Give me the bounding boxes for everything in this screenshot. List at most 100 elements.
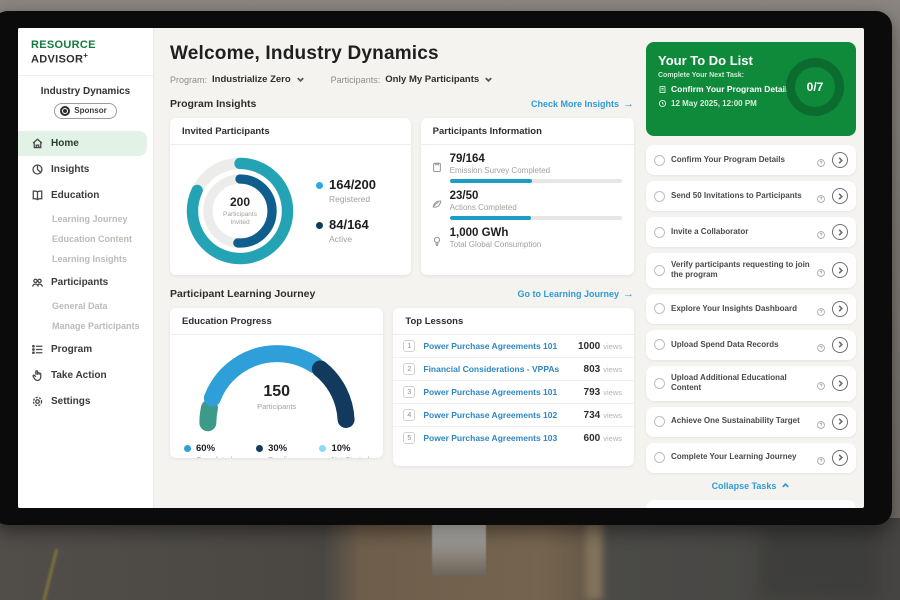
sidebar-item-education-content[interactable]: Education Content [18,229,153,249]
monitor-bezel: RESOURCE ADVISOR+ Industry Dynamics Spon… [0,11,892,525]
lesson-link[interactable]: Power Purchase Agreements 102 [423,410,583,420]
recent-news-card: Recent News [646,500,856,508]
help-icon[interactable] [816,417,826,427]
stat-emission-survey: 79/164 Emission Survey Completed [431,153,622,183]
lesson-row: 1 Power Purchase Agreements 101 1000 vie… [393,335,634,358]
help-icon[interactable] [816,227,826,237]
help-icon[interactable] [816,191,826,201]
chevron-right-icon [836,417,845,426]
lesson-link[interactable]: Power Purchase Agreements 103 [423,433,583,443]
help-icon[interactable] [816,304,826,314]
sidebar-item-general-data[interactable]: General Data [18,296,153,316]
task-checkbox[interactable] [654,378,665,389]
participants-filter[interactable]: Participants: Only My Participants [331,74,494,85]
chevron-down-icon [484,75,493,84]
task-row[interactable]: Achieve One Sustainability Target [646,407,856,437]
clipboard-icon [431,161,443,173]
task-checkbox[interactable] [654,339,665,350]
filter-bar: Program: Industrialize Zero Participants… [170,74,634,85]
sidebar-item-participants[interactable]: Participants [18,270,147,295]
task-open-button[interactable] [832,414,848,430]
leaf-icon [431,198,443,210]
pie-chart-icon [31,163,44,176]
photo-scene: RESOURCE ADVISOR+ Industry Dynamics Spon… [0,0,900,600]
task-checkbox[interactable] [654,227,665,238]
learning-journey-header: Participant Learning Journey Go to Learn… [170,288,634,300]
chevron-up-icon [781,481,790,490]
sidebar-item-settings[interactable]: Settings [18,389,147,414]
chevron-right-icon [836,340,845,349]
sidebar-item-home[interactable]: Home [18,131,147,156]
task-row[interactable]: Complete Your Learning Journey [646,443,856,473]
dashboard-screen: RESOURCE ADVISOR+ Industry Dynamics Spon… [18,28,864,508]
program-filter[interactable]: Program: Industrialize Zero [170,74,305,85]
task-row[interactable]: Send 50 Invitations to Participants [646,181,856,211]
task-open-button[interactable] [832,152,848,168]
todo-progress-ring: 0/7 [786,58,844,116]
page-title: Welcome, Industry Dynamics [170,43,634,65]
chevron-right-icon [836,379,845,388]
book-icon [31,189,44,202]
task-row[interactable]: Invite a Collaborator [646,217,856,247]
task-checkbox[interactable] [654,265,665,276]
task-checkbox[interactable] [654,452,665,463]
lesson-link[interactable]: Power Purchase Agreements 101 [423,341,578,351]
go-to-learning-journey-link[interactable]: Go to Learning Journey → [517,289,634,300]
participants-information-card: Participants Information 79/164 Emission… [421,118,634,275]
sidebar-item-learning-journey[interactable]: Learning Journey [18,209,153,229]
chevron-down-icon [296,75,305,84]
task-checkbox[interactable] [654,155,665,166]
chevron-right-icon [836,228,845,237]
legend-not-started: 10% Not Started [319,443,369,458]
sidebar-item-take-action[interactable]: Take Action [18,363,147,388]
task-checkbox[interactable] [654,191,665,202]
task-open-button[interactable] [832,450,848,466]
insights-cards-row: Invited Participants 200 Partic [170,118,634,275]
task-checkbox[interactable] [654,303,665,314]
lesson-link[interactable]: Financial Considerations - VPPAs [423,364,583,374]
document-icon [658,85,667,94]
sidebar-item-education[interactable]: Education [18,183,147,208]
task-open-button[interactable] [832,188,848,204]
help-icon[interactable] [816,378,826,388]
lesson-link[interactable]: Power Purchase Agreements 101 [423,387,583,397]
sidebar-item-program[interactable]: Program [18,337,147,362]
task-row[interactable]: Upload Spend Data Records [646,330,856,360]
sidebar-item-manage-participants[interactable]: Manage Participants [18,316,153,336]
task-row[interactable]: Verify participants requesting to join t… [646,253,856,288]
task-row[interactable]: Explore Your Insights Dashboard [646,294,856,324]
invited-legend: 164/200 Registered 84/164 Active [316,178,376,244]
list-icon [31,343,44,356]
monitor-stand [432,516,486,576]
task-checkbox[interactable] [654,416,665,427]
check-more-insights-link[interactable]: Check More Insights → [531,99,634,110]
sidebar-item-learning-insights[interactable]: Learning Insights [18,249,153,269]
task-open-button[interactable] [832,375,848,391]
help-icon[interactable] [816,265,826,275]
task-open-button[interactable] [832,262,848,278]
lesson-row: 5 Power Purchase Agreements 103 600 view… [393,427,634,449]
help-icon[interactable] [816,340,826,350]
task-open-button[interactable] [832,224,848,240]
people-icon [31,276,44,289]
background-blur [585,520,603,600]
help-icon[interactable] [816,155,826,165]
help-icon[interactable] [816,453,826,463]
education-legend: 60% Completed 30% Pending 10% Not Starte… [170,437,383,458]
task-open-button[interactable] [832,337,848,353]
journey-cards-row: Education Progress 150 Participants [170,308,634,466]
arrow-right-icon: → [623,99,634,110]
todo-panel: Your To Do List Complete Your Next Task:… [646,28,864,508]
sidebar-item-insights[interactable]: Insights [18,157,147,182]
invited-participants-card: Invited Participants 200 Partic [170,118,411,275]
chevron-right-icon [836,266,845,275]
task-row[interactable]: Confirm Your Program Details [646,145,856,175]
task-row[interactable]: Upload Additional Educational Content [646,366,856,401]
collapse-tasks-link[interactable]: Collapse Tasks [646,473,856,500]
task-open-button[interactable] [832,301,848,317]
sidebar-nav: Home Insights Education Learning Journey… [18,131,153,414]
app-logo: RESOURCE ADVISOR+ [18,39,153,76]
gear-icon [31,395,44,408]
lesson-row: 2 Financial Considerations - VPPAs 803 v… [393,358,634,381]
gauge-total: 150 [192,383,362,401]
